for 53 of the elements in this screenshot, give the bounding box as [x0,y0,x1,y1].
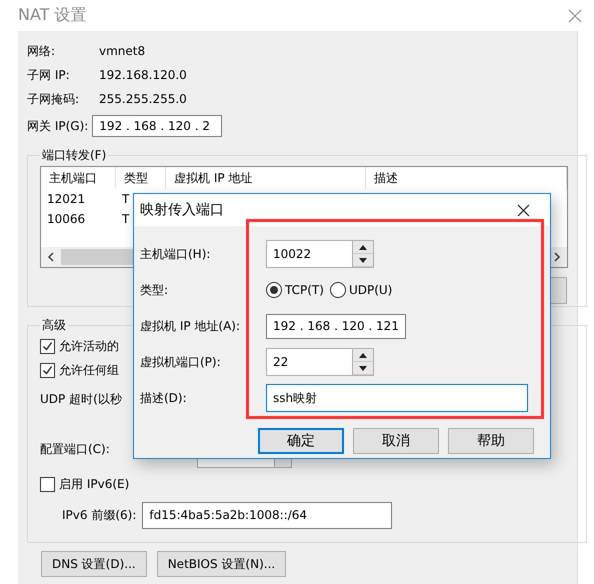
radio-label[interactable]: TCP(T) [285,283,324,297]
vm-port-spinner[interactable]: 22 [266,348,374,376]
ipv6-prefix-label: IPv6 前缀(6): [62,506,136,524]
checkbox-label: 启用 IPv6(E) [59,476,130,492]
info-label: 子网掩码: [27,90,80,108]
settings-button[interactable]: NetBIOS 设置(N)... [156,551,286,577]
info-label: 网络: [27,42,56,60]
dialog-button[interactable]: 取消 [353,428,439,454]
field-label: 描述(D): [140,390,188,406]
field-label: 虚拟机端口(P): [140,354,222,370]
checkbox-label: 允许活动的 [59,338,119,354]
radio-button[interactable] [330,282,346,298]
dialog-title: 映射传入端口 [140,201,224,219]
group-title: 高级 [41,317,67,334]
column-header[interactable]: 主机端口 [41,167,116,189]
ipv6-prefix-field[interactable]: fd15:4ba5:5a2b:1008::/64 [142,502,392,528]
up-arrow-icon [359,352,367,358]
udp-timeout-label: UDP 超时(以秒 [40,390,122,408]
info-value: 255.255.255.0 [99,92,187,106]
dialog-button[interactable]: 确定 [258,428,344,454]
info-value: vmnet8 [99,44,146,58]
column-header[interactable]: 虚拟机 IP 地址 [166,167,366,189]
table-cell-text: T [121,212,130,226]
down-arrow-icon [359,258,367,262]
gateway-ip-field[interactable]: 192 . 168 . 120 . 2 [92,115,222,137]
field-label: 虚拟机 IP 地址(A): [140,318,242,334]
description-field[interactable]: ssh映射 [266,384,528,412]
gateway-label: 网关 IP(G): [27,118,88,134]
table-cell-text: 10066 [46,212,86,226]
table-cell-text: T [121,192,130,206]
group-title: 端口转发(F) [41,147,108,164]
column-header[interactable]: 类型 [116,167,166,189]
checkbox[interactable] [40,362,55,378]
down-arrow-icon [359,366,367,370]
radio-label[interactable]: UDP(U) [348,283,392,297]
table-cell-text: 12021 [46,192,86,206]
checkbox[interactable] [40,476,55,492]
window-title: NAT 设置 [18,5,87,26]
radio-button[interactable] [266,282,282,298]
host-port-spinner[interactable]: 10022 [266,240,374,268]
vm-ip-field[interactable]: 192 . 168 . 120 . 121 [266,314,406,338]
field-label: 类型: [140,282,170,298]
checkbox-label: 允许任何组 [59,362,119,378]
close-icon[interactable] [517,204,530,216]
info-value: 192.168.120.0 [99,68,187,82]
settings-button[interactable]: DNS 设置(D)... [41,551,147,577]
dialog-button[interactable]: 帮助 [448,428,534,454]
info-label: 子网 IP: [27,66,71,84]
column-header[interactable]: 描述 [366,167,567,189]
checkbox[interactable] [40,338,55,354]
field-label: 主机端口(H): [140,246,212,262]
up-arrow-icon [359,244,367,250]
config-port-label: 配置端口(C): [40,440,110,458]
